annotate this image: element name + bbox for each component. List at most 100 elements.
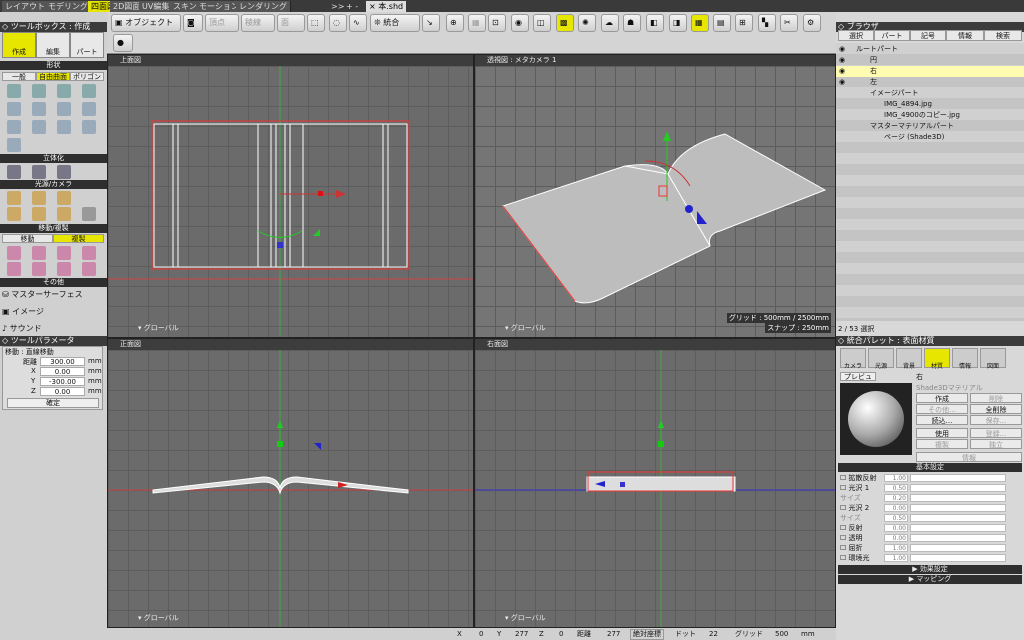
- attr-row[interactable]: サイズ: [840, 514, 861, 523]
- attr-row[interactable]: サイズ: [840, 494, 861, 503]
- z-input[interactable]: 0.00: [40, 387, 85, 396]
- checkbox[interactable]: ☐: [840, 484, 846, 492]
- subtab-general[interactable]: 一般: [2, 72, 36, 81]
- parallel-light-icon[interactable]: [57, 207, 71, 221]
- sky-button[interactable]: ☁: [601, 14, 619, 32]
- info-button[interactable]: 情報: [916, 452, 1022, 462]
- subtab-move[interactable]: 移動: [2, 234, 53, 243]
- collapse-icon[interactable]: ◇: [2, 336, 8, 345]
- view-button[interactable]: ◨: [669, 14, 687, 32]
- tab-layout[interactable]: レイアウト: [2, 1, 49, 12]
- browser-tab-symbol[interactable]: 記号: [910, 30, 946, 41]
- tree-row[interactable]: マスターマテリアルパート: [836, 121, 1024, 132]
- vertex-mode-button[interactable]: 頂点: [205, 14, 239, 32]
- attr-value[interactable]: 0.50: [884, 484, 908, 492]
- persp-global-label[interactable]: ▾ グローバル: [505, 323, 546, 333]
- copy-matrix-icon[interactable]: [82, 246, 96, 260]
- attr-value[interactable]: 1.00: [884, 554, 908, 562]
- copy-mirror-icon[interactable]: [32, 262, 46, 276]
- palette-tab-material[interactable]: 材質: [924, 348, 950, 370]
- duplicate-button[interactable]: 複製: [916, 439, 968, 449]
- lasso-button[interactable]: ◌: [329, 14, 347, 32]
- independent-button[interactable]: 独立: [970, 439, 1022, 449]
- directional-light-icon[interactable]: [32, 207, 46, 221]
- attr-row[interactable]: ☐ 拡散反射: [840, 474, 877, 483]
- camera-view-button[interactable]: ◫: [533, 14, 551, 32]
- use-button[interactable]: 使用: [916, 428, 968, 438]
- tab-uv-edit[interactable]: UV編集: [139, 1, 174, 12]
- counter-button[interactable]: ⊞: [735, 14, 753, 32]
- pyramid-tool-icon[interactable]: [82, 102, 96, 116]
- sound-item[interactable]: ♪ サウンド: [2, 322, 42, 336]
- capsule-tool-icon[interactable]: [32, 120, 46, 134]
- subtab-freeform[interactable]: 自由曲面: [36, 72, 70, 81]
- subtab-polygon[interactable]: ポリゴン: [70, 72, 104, 81]
- sphere-tool-button[interactable]: ⊕: [446, 14, 464, 32]
- tree-row[interactable]: ◉ 左: [836, 77, 1024, 88]
- cube-tool-icon[interactable]: [7, 138, 21, 152]
- copy-uniform-icon[interactable]: [7, 262, 21, 276]
- face-mode-button[interactable]: 面: [277, 14, 305, 32]
- create-button[interactable]: 作成: [2, 32, 36, 58]
- preview-tab[interactable]: プレビュー: [840, 372, 876, 389]
- ball-render-button[interactable]: ●: [113, 34, 133, 52]
- snap-button[interactable]: ▦: [691, 14, 709, 32]
- close-icon[interactable]: ×: [369, 2, 376, 11]
- tools-button[interactable]: ✂: [780, 14, 798, 32]
- palette-tab-info[interactable]: 情報: [952, 348, 978, 370]
- spot-light-icon[interactable]: [32, 191, 46, 205]
- effects-bar[interactable]: ▶ 効果設定: [838, 565, 1022, 574]
- attr-slider[interactable]: [910, 544, 1006, 552]
- palette-tab-light[interactable]: 光源: [868, 348, 894, 370]
- display-button[interactable]: ◧: [646, 14, 664, 32]
- pose-button[interactable]: ☗: [623, 14, 641, 32]
- camera-tool-icon[interactable]: [82, 207, 96, 221]
- y-input[interactable]: -300.00: [40, 377, 85, 386]
- palette-tab-drawing[interactable]: 図面: [980, 348, 1006, 370]
- eye-icon[interactable]: ◉: [839, 77, 845, 88]
- attr-slider[interactable]: [910, 534, 1006, 542]
- grid-toggle-button[interactable]: ▩: [556, 14, 574, 32]
- attr-row[interactable]: ☐ 光沢 1: [840, 484, 869, 493]
- attr-value[interactable]: 1.00: [884, 474, 908, 482]
- attr-slider[interactable]: [910, 504, 1006, 512]
- circle-tool-icon[interactable]: [82, 84, 96, 98]
- confirm-button[interactable]: 確定: [7, 398, 99, 408]
- copy-move-icon[interactable]: [7, 246, 21, 260]
- tree-row[interactable]: IMG_4894.jpg: [836, 99, 1024, 110]
- part-button[interactable]: パート: [70, 32, 104, 58]
- object-mode-button[interactable]: ▣ オブジェクト: [111, 14, 181, 32]
- copy-array-icon[interactable]: [57, 262, 71, 276]
- disabled-tool-button[interactable]: ▦: [468, 14, 486, 32]
- point-light-icon[interactable]: [7, 191, 21, 205]
- image-item[interactable]: ▣ イメージ: [2, 305, 44, 319]
- tree-row-selected[interactable]: ◉ 右: [836, 66, 1024, 77]
- front-viewport[interactable]: 正面図 ▾ グローバル: [107, 338, 474, 628]
- box-tool-icon[interactable]: [32, 102, 46, 116]
- attr-slider[interactable]: [910, 494, 1006, 502]
- attr-value[interactable]: 0.50: [884, 514, 908, 522]
- integrate-button[interactable]: ❊ 統合: [370, 14, 420, 32]
- eye-icon[interactable]: ◉: [839, 66, 845, 77]
- line-light-icon[interactable]: [7, 207, 21, 221]
- palette-tab-camera[interactable]: カメラ: [840, 348, 866, 370]
- subtab-copy[interactable]: 複製: [53, 234, 104, 243]
- arrow-tool-button[interactable]: ↘: [422, 14, 440, 32]
- section-shape[interactable]: 形状: [0, 61, 107, 70]
- tree-row[interactable]: ◉ 円: [836, 55, 1024, 66]
- browser-tab-info[interactable]: 情報: [946, 30, 984, 41]
- cone-tool-icon[interactable]: [57, 102, 71, 116]
- node-tool-button[interactable]: ⊡: [488, 14, 506, 32]
- dist-input[interactable]: 300.00: [40, 357, 85, 366]
- sweep-tool-icon[interactable]: [32, 165, 46, 179]
- x-input[interactable]: 0.00: [40, 367, 85, 376]
- browser-tab-search[interactable]: 検索: [984, 30, 1022, 41]
- pattern-button[interactable]: ▚: [758, 14, 776, 32]
- right-global-label[interactable]: ▾ グローバル: [505, 613, 546, 623]
- coord-mode-select[interactable]: 絶対座標: [630, 629, 664, 640]
- checkbox[interactable]: ☐: [840, 554, 846, 562]
- cylinder-tool-icon[interactable]: [7, 120, 21, 134]
- attr-slider[interactable]: [910, 524, 1006, 532]
- render-button[interactable]: ◉: [511, 14, 529, 32]
- attr-row[interactable]: ☐ 環境光: [840, 554, 870, 563]
